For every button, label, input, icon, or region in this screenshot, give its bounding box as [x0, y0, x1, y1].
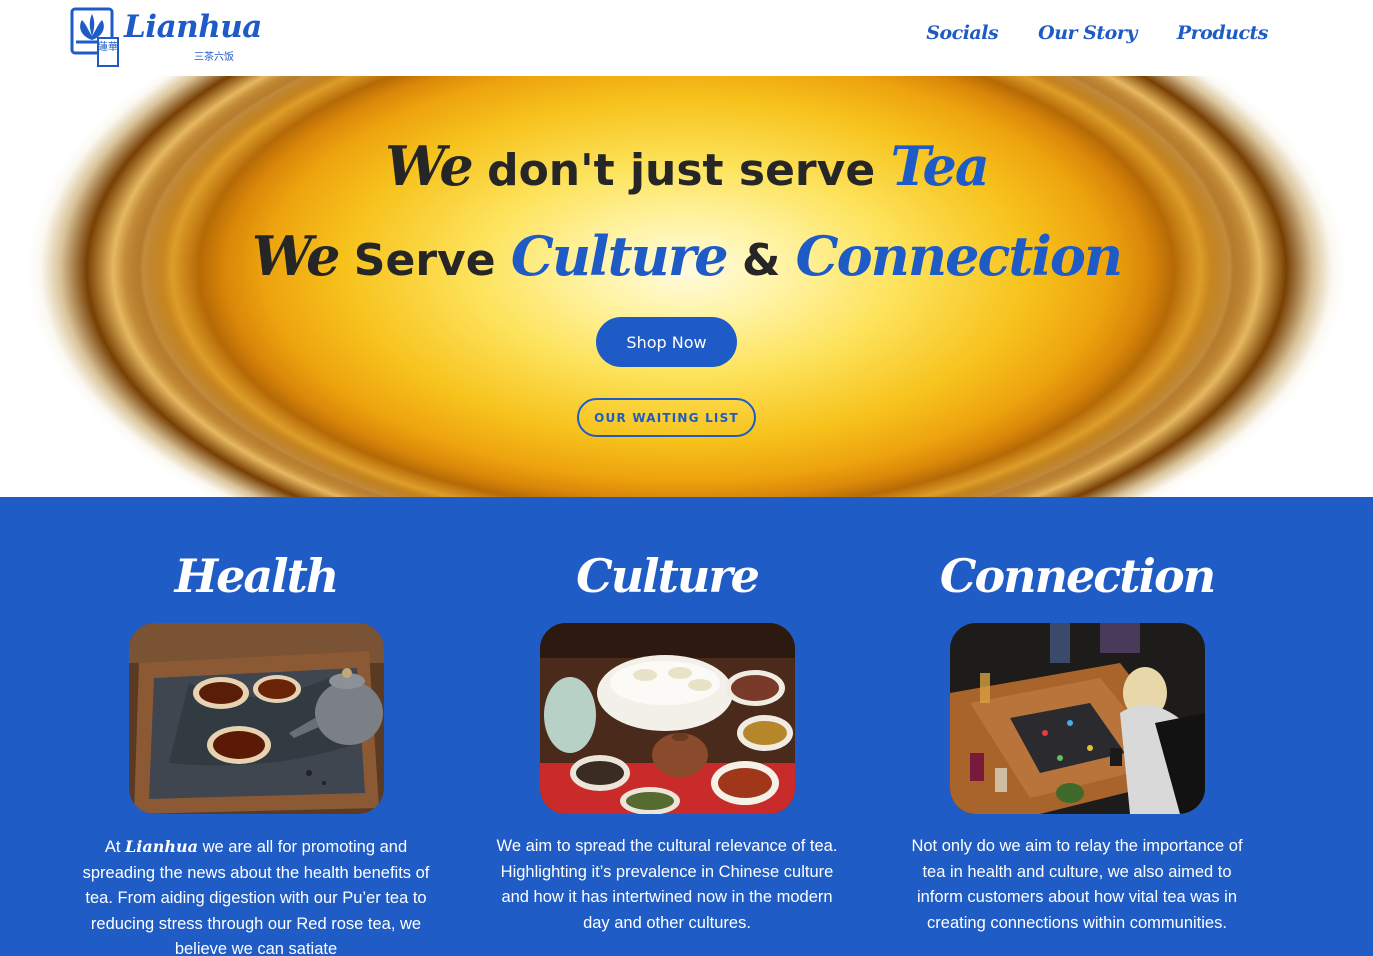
main-nav: Socials Our Story Products [926, 22, 1268, 44]
nav-item-socials[interactable]: Socials [926, 22, 998, 44]
inline-brand-name: Lianhua [125, 837, 199, 856]
brand-name: Lianhua [124, 9, 262, 45]
hero-ampersand: & [726, 235, 796, 286]
nav-item-our-story[interactable]: Our Story [1038, 22, 1137, 44]
waiting-list-button[interactable]: OUR WAITING LIST [577, 398, 756, 437]
hero-section: We don't just serve Tea We Serve Culture… [0, 76, 1373, 497]
brand-subtitle: 三茶六饭 [194, 52, 234, 63]
feature-title: Culture [576, 549, 760, 603]
brand-logo[interactable]: 蓮華 Lianhua 三茶六饭 [70, 5, 262, 71]
svg-text:蓮華: 蓮華 [98, 40, 118, 53]
feature-text-prefix: At [104, 838, 126, 856]
shop-now-button[interactable]: Shop Now [596, 317, 737, 367]
nav-item-products[interactable]: Products [1177, 22, 1269, 44]
feature-text: At Lianhua we are all for promoting and … [76, 834, 436, 956]
hero-we-1: We [385, 134, 474, 198]
lotus-logo-icon: 蓮華 [70, 7, 119, 67]
teapot-and-cups-icon [129, 623, 384, 814]
hero-middle-text: don't just serve [471, 145, 891, 196]
hero-serve-text: Serve [338, 235, 511, 286]
feature-title: Health [174, 549, 340, 603]
tea-ceremony-icon [540, 623, 795, 814]
health-photo [129, 623, 384, 814]
site-header: 蓮華 Lianhua 三茶六饭 Socials Our Story Produc… [0, 0, 1373, 76]
hero-we-2: We [251, 224, 341, 288]
hero-connection-word: Connection [795, 224, 1123, 288]
board-game-table-icon [950, 623, 1205, 814]
hero-headline-1: We don't just serve Tea [0, 134, 1373, 198]
connection-photo [950, 623, 1205, 814]
hero-headline-2: We Serve Culture & Connection [0, 224, 1373, 288]
culture-photo [540, 623, 795, 814]
feature-title: Connection [939, 549, 1216, 603]
hero-culture-word: Culture [510, 224, 729, 288]
feature-text: Not only do we aim to relay the importan… [911, 837, 1243, 932]
features-section: Health At Lianhua we are all for promoti… [0, 497, 1373, 956]
feature-text: We aim to spread the cultural relevance … [496, 837, 838, 932]
hero-tea-word: Tea [890, 134, 989, 198]
